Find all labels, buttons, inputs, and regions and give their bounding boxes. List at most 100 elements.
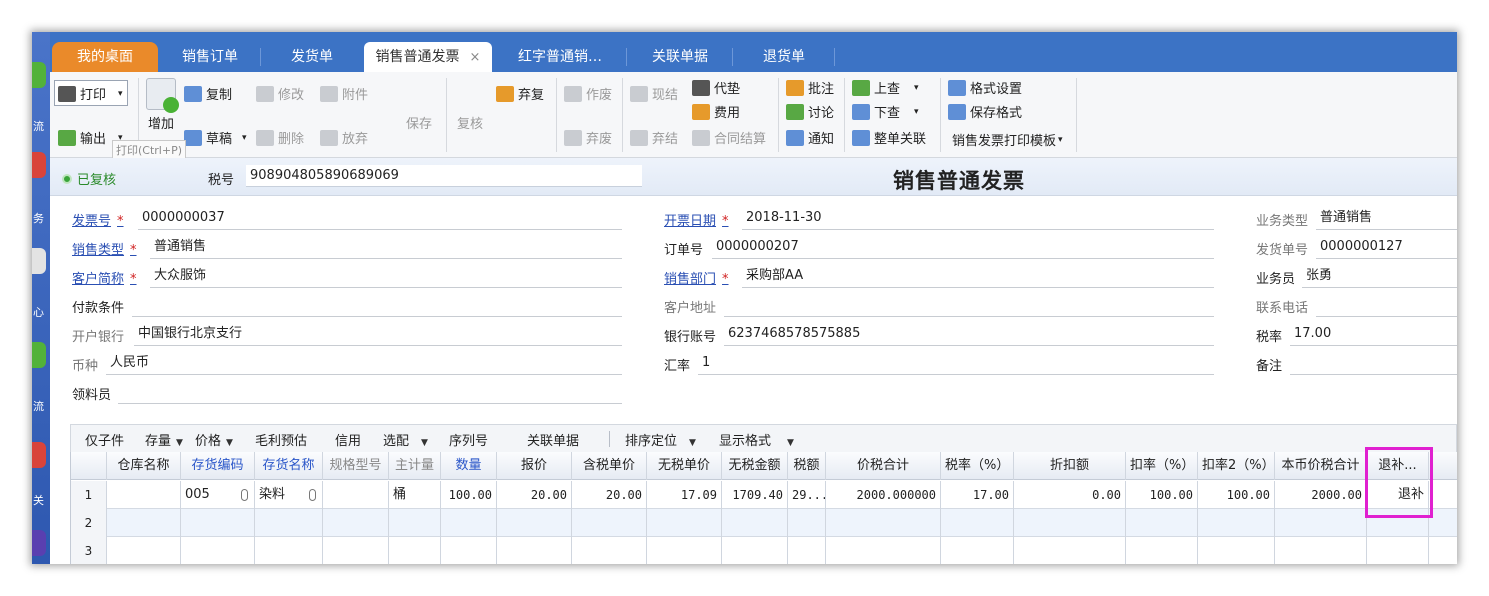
table-cell[interactable] — [788, 537, 826, 564]
attach-button[interactable]: 附件 — [320, 84, 368, 103]
table-cell[interactable]: 17.09 — [647, 481, 722, 509]
column-header[interactable]: 税率（%） — [941, 452, 1014, 480]
table-cell[interactable] — [1198, 537, 1275, 564]
column-header[interactable]: 价税合计 — [826, 452, 941, 480]
currency-field[interactable]: 人民币 — [106, 353, 622, 375]
table-cell[interactable] — [107, 509, 181, 537]
expense-button[interactable]: 费用 — [692, 102, 740, 121]
invoice-date-field[interactable]: 2018-11-30 — [742, 208, 1214, 230]
display-format-menu[interactable]: 显示格式 ▼ — [719, 430, 794, 449]
draft-button[interactable]: 草稿 ▾ — [184, 128, 247, 147]
table-cell[interactable] — [323, 537, 389, 564]
column-header[interactable]: 主计量 — [389, 452, 441, 480]
table-cell[interactable]: 100.00 — [1126, 481, 1198, 509]
table-cell[interactable] — [497, 537, 572, 564]
table-cell[interactable] — [255, 537, 323, 564]
table-cell[interactable]: 1709.40 — [722, 481, 788, 509]
dept-label[interactable]: 销售部门 * — [664, 268, 729, 287]
row-number[interactable]: 3 — [71, 537, 107, 564]
table-cell[interactable] — [181, 537, 255, 564]
phone-field[interactable] — [1316, 295, 1457, 317]
table-cell[interactable]: 2000.00 — [1275, 481, 1367, 509]
tab-linked-docs[interactable]: 关联单据 — [628, 42, 732, 72]
review-button[interactable]: 复核 — [452, 78, 488, 132]
table-cell[interactable] — [1429, 509, 1457, 537]
table-cell[interactable] — [1275, 509, 1367, 537]
column-header[interactable]: 折扣额 — [1014, 452, 1126, 480]
table-cell[interactable] — [107, 537, 181, 564]
nav-chip-red[interactable] — [32, 152, 46, 178]
table-cell[interactable] — [1198, 509, 1275, 537]
table-cell[interactable] — [1014, 509, 1126, 537]
column-header[interactable]: 报价 — [497, 452, 572, 480]
table-cell[interactable] — [107, 481, 181, 509]
dept-field[interactable]: 采购部AA — [742, 266, 1214, 288]
customer-field[interactable]: 大众服饰 — [150, 266, 622, 288]
nav-chip-purple[interactable] — [32, 530, 46, 556]
table-cell[interactable] — [788, 509, 826, 537]
invoice-no-label[interactable]: 发票号 * — [72, 210, 124, 229]
table-cell[interactable]: 29... — [788, 481, 826, 509]
column-header[interactable]: 税额 — [788, 452, 826, 480]
sales-type-label[interactable]: 销售类型 * — [72, 239, 137, 258]
invoice-date-label[interactable]: 开票日期 * — [664, 210, 729, 229]
stock-menu[interactable]: 存量 ▼ — [145, 430, 183, 449]
tab-sales-invoice[interactable]: 销售普通发票 × — [364, 42, 492, 72]
column-header[interactable]: 无税金额 — [722, 452, 788, 480]
table-cell[interactable] — [941, 509, 1014, 537]
invoice-no-field[interactable]: 0000000037 — [138, 208, 622, 230]
copy-button[interactable]: 复制 — [184, 84, 232, 103]
table-cell[interactable]: 染料 — [255, 481, 323, 509]
table-cell[interactable] — [323, 509, 389, 537]
table-cell[interactable] — [1367, 537, 1429, 564]
table-cell[interactable] — [722, 537, 788, 564]
pick-menu[interactable]: 选配 ▼ — [383, 430, 428, 449]
profit-estimate-button[interactable]: 毛利预估 — [255, 430, 307, 449]
table-cell[interactable] — [389, 509, 441, 537]
table-cell[interactable] — [647, 537, 722, 564]
nav-chip-green[interactable] — [32, 342, 46, 368]
column-header[interactable]: 本币价税合计 — [1275, 452, 1367, 480]
table-cell[interactable]: 桶 — [389, 481, 441, 509]
delete-button[interactable]: 删除 — [256, 128, 304, 147]
serial-button[interactable]: 序列号 — [449, 430, 488, 449]
table-cell[interactable] — [826, 537, 941, 564]
salesman-field[interactable]: 张勇 — [1302, 266, 1457, 288]
column-header[interactable]: 数量 — [441, 452, 497, 480]
column-header[interactable]: 仓库名称 — [107, 452, 181, 480]
tab-delivery[interactable]: 发货单 — [262, 42, 362, 72]
table-cell[interactable] — [1275, 537, 1367, 564]
discard-void-button[interactable]: 弃废 — [564, 128, 612, 147]
table-cell[interactable]: 0.00 — [1014, 481, 1126, 509]
chevron-down-icon[interactable]: ▾ — [242, 133, 247, 143]
paperclip-icon[interactable] — [309, 489, 316, 501]
reject-review-button[interactable]: 弃复 — [496, 84, 544, 103]
table-cell[interactable] — [497, 509, 572, 537]
table-cell[interactable] — [826, 509, 941, 537]
table-row[interactable]: 3 — [71, 537, 1457, 564]
table-cell[interactable] — [255, 509, 323, 537]
column-header[interactable]: 规格型号 — [323, 452, 389, 480]
row-number[interactable]: 2 — [71, 509, 107, 537]
table-row[interactable]: 2 — [71, 509, 1457, 537]
save-button[interactable]: 保存 — [402, 78, 436, 132]
look-up-button[interactable]: 上查 ▾ — [852, 78, 919, 97]
remark-field[interactable] — [1290, 353, 1457, 375]
link-all-button[interactable]: 整单关联 — [852, 128, 926, 147]
bank-field[interactable]: 中国银行北京支行 — [134, 324, 622, 346]
column-header[interactable]: 扣率2（%） — [1198, 452, 1275, 480]
contract-settle-button[interactable]: 合同结算 — [692, 128, 766, 147]
table-cell[interactable] — [572, 537, 647, 564]
table-cell[interactable] — [441, 537, 497, 564]
credit-button[interactable]: 信用 — [335, 430, 361, 449]
table-cell[interactable] — [647, 509, 722, 537]
column-header[interactable]: 扣率（%） — [1126, 452, 1198, 480]
format-settings-button[interactable]: 格式设置 — [948, 78, 1022, 97]
add-button[interactable]: 增加 — [144, 78, 179, 132]
customer-label[interactable]: 客户简称 * — [72, 268, 137, 287]
column-header[interactable]: 存货编码 — [181, 452, 255, 480]
discard-settle-button[interactable]: 弃结 — [630, 128, 678, 147]
nav-chip-green[interactable] — [32, 62, 46, 88]
table-cell[interactable]: 20.00 — [572, 481, 647, 509]
only-child-button[interactable]: 仅子件 — [85, 430, 124, 449]
